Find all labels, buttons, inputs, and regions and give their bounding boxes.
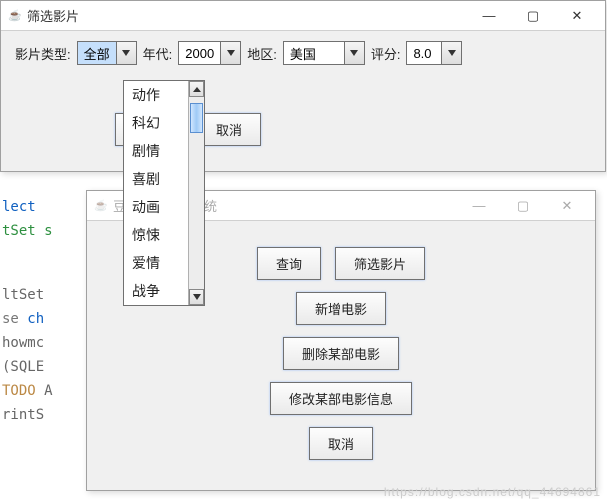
type-combo-dropdown-button[interactable] <box>116 42 136 64</box>
dropdown-scrollbar[interactable] <box>188 81 204 305</box>
rating-label: 评分: <box>371 44 401 63</box>
code-editor-background: lect tSet s ltSet se ch howmc (SQLE TODO… <box>2 195 53 427</box>
filter-movie-button[interactable]: 筛选影片 <box>335 247 425 280</box>
chevron-down-icon <box>227 50 235 56</box>
minimize-button[interactable]: — <box>457 192 501 220</box>
type-combo[interactable]: 全部 <box>77 41 137 65</box>
dropdown-item[interactable]: 战争 <box>124 277 188 305</box>
dropdown-item[interactable]: 动作 <box>124 81 188 109</box>
scroll-up-button[interactable] <box>189 81 204 97</box>
add-movie-button[interactable]: 新增电影 <box>296 292 386 325</box>
type-label: 影片类型: <box>15 44 71 63</box>
rating-combo-value: 8.0 <box>407 42 441 64</box>
scroll-thumb[interactable] <box>190 103 203 133</box>
filter-window-titlebar[interactable]: ☕ 筛选影片 — ▢ ✕ <box>1 1 605 31</box>
modify-movie-button[interactable]: 修改某部电影信息 <box>270 382 412 415</box>
close-button[interactable]: ✕ <box>555 2 599 30</box>
close-button[interactable]: ✕ <box>545 192 589 220</box>
region-combo-dropdown-button[interactable] <box>344 42 364 64</box>
rating-combo-dropdown-button[interactable] <box>441 42 461 64</box>
region-label: 地区: <box>247 44 277 63</box>
dropdown-item[interactable]: 爱情 <box>124 249 188 277</box>
type-dropdown-list: 动作 科幻 剧情 喜剧 动画 惊悚 爱情 战争 <box>124 81 188 305</box>
maximize-button[interactable]: ▢ <box>501 192 545 220</box>
chevron-down-icon <box>193 294 201 300</box>
dropdown-item[interactable]: 惊悚 <box>124 221 188 249</box>
watermark: https://blog.csdn.net/qq_44694861 <box>384 485 601 499</box>
rating-combo[interactable]: 8.0 <box>406 41 462 65</box>
filter-window: ☕ 筛选影片 — ▢ ✕ 影片类型: 全部 年代: 2000 地区: 美国 <box>0 0 606 172</box>
chevron-up-icon <box>193 87 201 92</box>
year-combo[interactable]: 2000 <box>178 41 241 65</box>
filter-window-title: 筛选影片 <box>23 6 467 25</box>
dropdown-item[interactable]: 动画 <box>124 193 188 221</box>
chevron-down-icon <box>350 50 358 56</box>
year-label: 年代: <box>143 44 173 63</box>
year-combo-dropdown-button[interactable] <box>220 42 240 64</box>
search-button[interactable]: 查询 <box>257 247 321 280</box>
year-combo-value: 2000 <box>179 42 220 64</box>
type-combo-value: 全部 <box>78 42 116 64</box>
minimize-button[interactable]: — <box>467 2 511 30</box>
dropdown-item[interactable]: 科幻 <box>124 109 188 137</box>
region-combo[interactable]: 美国 <box>283 41 365 65</box>
cancel-button[interactable]: 取消 <box>197 113 261 146</box>
chevron-down-icon <box>448 50 456 56</box>
java-icon: ☕ <box>7 8 23 24</box>
scroll-track[interactable] <box>189 97 204 289</box>
region-combo-value: 美国 <box>284 42 344 64</box>
dropdown-item[interactable]: 剧情 <box>124 137 188 165</box>
dropdown-item[interactable]: 喜剧 <box>124 165 188 193</box>
maximize-button[interactable]: ▢ <box>511 2 555 30</box>
delete-movie-button[interactable]: 删除某部电影 <box>283 337 399 370</box>
chevron-down-icon <box>122 50 130 56</box>
java-icon: ☕ <box>93 198 109 214</box>
cancel-button[interactable]: 取消 <box>309 427 373 460</box>
type-dropdown-panel: 动作 科幻 剧情 喜剧 动画 惊悚 爱情 战争 <box>123 80 205 306</box>
scroll-down-button[interactable] <box>189 289 204 305</box>
